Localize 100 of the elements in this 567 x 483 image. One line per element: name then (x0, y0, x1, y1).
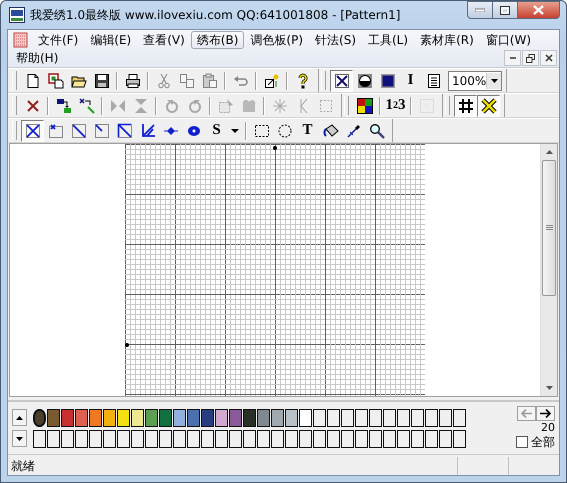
empty-swatch[interactable] (173, 430, 186, 448)
empty-swatch[interactable] (159, 430, 172, 448)
menu-item[interactable]: 工具(L) (362, 31, 414, 49)
grid-marker (125, 343, 129, 347)
empty-swatch[interactable] (341, 408, 354, 426)
color-swatch[interactable] (243, 408, 256, 426)
color-swatch[interactable] (159, 408, 172, 426)
menu-item[interactable]: 调色板(P) (244, 31, 310, 49)
color-swatch[interactable] (173, 408, 186, 426)
menu-item[interactable]: 文件(F) (32, 31, 84, 49)
tool-button[interactable] (454, 94, 477, 116)
empty-swatch[interactable] (33, 430, 46, 448)
empty-swatch[interactable] (313, 430, 326, 448)
menu-item[interactable]: 编辑(E) (84, 31, 138, 49)
empty-swatch[interactable] (327, 430, 340, 448)
color-swatch[interactable] (229, 408, 242, 426)
color-swatch[interactable] (117, 408, 130, 426)
empty-swatch[interactable] (425, 408, 438, 426)
pattern-icon[interactable] (13, 32, 29, 48)
color-swatch[interactable] (299, 408, 312, 426)
color-swatch[interactable] (61, 408, 74, 426)
close-button[interactable] (517, 1, 560, 19)
tool-button[interactable] (21, 120, 44, 142)
color-swatch[interactable] (103, 408, 116, 426)
maximize-button[interactable] (492, 1, 518, 19)
color-swatch[interactable] (33, 408, 46, 426)
empty-swatch[interactable] (117, 430, 130, 448)
empty-swatch[interactable] (453, 430, 466, 448)
scroll-up-button[interactable] (12, 409, 27, 426)
empty-swatch[interactable] (75, 430, 88, 448)
empty-swatch[interactable] (383, 408, 396, 426)
empty-swatch[interactable] (341, 430, 354, 448)
empty-swatch[interactable] (299, 430, 312, 448)
all-checkbox[interactable]: 全部 (516, 434, 555, 450)
status-text: 就绪 (10, 458, 36, 474)
color-swatch[interactable] (271, 408, 284, 426)
empty-swatch[interactable] (145, 430, 158, 448)
empty-swatch[interactable] (411, 408, 424, 426)
lasso-icon (276, 122, 292, 138)
empty-swatch[interactable] (131, 430, 144, 448)
color-swatch[interactable] (187, 408, 200, 426)
menu-item[interactable]: 绣布(B) (190, 31, 244, 49)
color-swatch[interactable] (257, 408, 270, 426)
scroll-down-icon (546, 386, 552, 390)
scroll-down-button[interactable] (12, 430, 27, 447)
minimize-button[interactable] (504, 50, 521, 66)
tool-button[interactable] (477, 94, 500, 116)
empty-swatch[interactable] (89, 430, 102, 448)
empty-swatch[interactable] (411, 430, 424, 448)
close-icon (533, 5, 544, 15)
color-swatch[interactable] (215, 408, 228, 426)
canvas-area[interactable] (10, 144, 540, 396)
color-swatch[interactable] (131, 408, 144, 426)
empty-swatch[interactable] (355, 430, 368, 448)
menu-item[interactable]: 窗口(W) (480, 31, 537, 49)
color-swatch[interactable] (75, 408, 88, 426)
empty-swatch[interactable] (103, 430, 116, 448)
empty-swatch[interactable] (355, 408, 368, 426)
close-button[interactable] (540, 50, 557, 66)
menu-item[interactable]: 查看(V) (137, 31, 191, 49)
empty-swatch[interactable] (285, 430, 298, 448)
empty-swatch[interactable] (327, 408, 340, 426)
empty-swatch[interactable] (383, 430, 396, 448)
empty-swatch[interactable] (439, 408, 452, 426)
empty-swatch[interactable] (397, 430, 410, 448)
empty-swatch[interactable] (243, 430, 256, 448)
minimize-icon (510, 57, 516, 59)
empty-swatch[interactable] (271, 430, 284, 448)
tool-button[interactable]: T (296, 120, 319, 142)
pattern-grid[interactable] (125, 144, 425, 396)
empty-swatch[interactable] (369, 430, 382, 448)
restore-button[interactable] (522, 50, 539, 66)
zoom-dropdown[interactable]: 100% (448, 70, 502, 90)
empty-swatch[interactable] (215, 430, 228, 448)
tool-button[interactable]: S (205, 120, 228, 142)
color-swatch[interactable] (89, 408, 102, 426)
tool-button[interactable] (330, 70, 353, 92)
empty-swatch[interactable] (201, 430, 214, 448)
next-button[interactable] (536, 406, 555, 420)
empty-swatch[interactable] (425, 430, 438, 448)
color-swatch[interactable] (201, 408, 214, 426)
empty-swatch[interactable] (313, 408, 326, 426)
menu-item[interactable]: 帮助(H) (10, 49, 64, 67)
minimize-button[interactable] (467, 1, 493, 19)
empty-swatch[interactable] (47, 430, 60, 448)
empty-swatch[interactable] (229, 430, 242, 448)
color-swatch[interactable] (285, 408, 298, 426)
empty-swatch[interactable] (397, 408, 410, 426)
empty-swatch[interactable] (439, 430, 452, 448)
tool-button[interactable]: I (399, 70, 422, 92)
vertical-scrollbar[interactable] (540, 144, 557, 396)
menu-item[interactable]: 素材库(R) (414, 31, 480, 49)
empty-swatch[interactable] (369, 408, 382, 426)
empty-swatch[interactable] (257, 430, 270, 448)
empty-swatch[interactable] (187, 430, 200, 448)
menu-item[interactable]: 针法(S) (309, 31, 362, 49)
color-swatch[interactable] (47, 408, 60, 426)
empty-swatch[interactable] (453, 408, 466, 426)
color-swatch[interactable] (145, 408, 158, 426)
empty-swatch[interactable] (61, 430, 74, 448)
